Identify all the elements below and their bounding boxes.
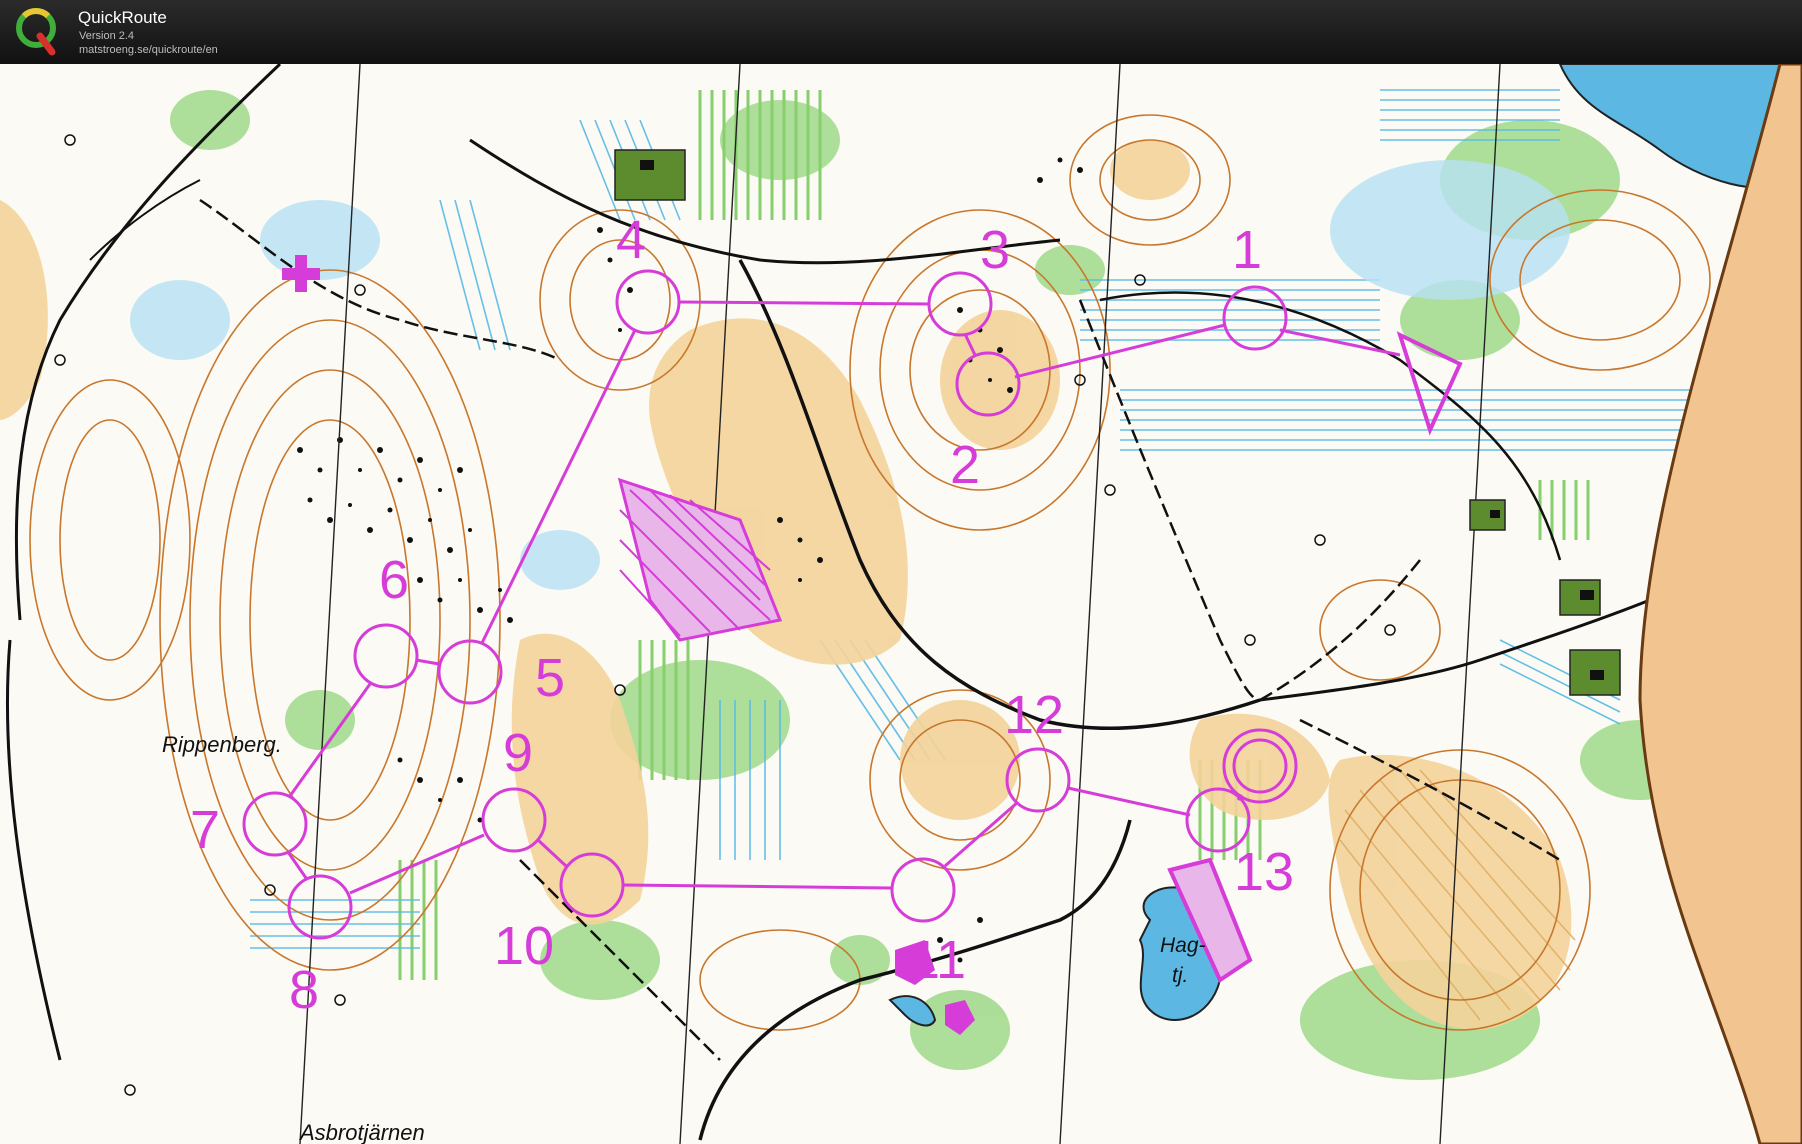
control-number-4: 4 bbox=[616, 210, 646, 270]
map-canvas: 1 2 3 4 5 6 7 8 9 10 11 12 13 Rippenberg… bbox=[0, 64, 1802, 1144]
place-name-hag: Hag- bbox=[1160, 934, 1206, 957]
place-name-asbrotjarnen: Asbrotjärnen bbox=[298, 1120, 425, 1144]
title-bar: QuickRoute Version 2.4 matstroeng.se/qui… bbox=[0, 0, 1802, 64]
control-number-7: 7 bbox=[190, 800, 220, 860]
place-name-rippenberg: Rippenberg. bbox=[162, 732, 282, 757]
control-number-3: 3 bbox=[980, 220, 1010, 280]
place-name-tj: tj. bbox=[1172, 964, 1188, 987]
control-number-10: 10 bbox=[494, 916, 554, 976]
control-number-6: 6 bbox=[379, 550, 409, 610]
control-number-8: 8 bbox=[289, 960, 319, 1020]
control-number-12: 12 bbox=[1004, 685, 1064, 745]
app-url: matstroeng.se/quickroute/en bbox=[79, 44, 218, 56]
app-title: QuickRoute bbox=[78, 8, 167, 27]
control-number-9: 9 bbox=[503, 723, 533, 783]
orienteering-map[interactable]: 1 2 3 4 5 6 7 8 9 10 11 12 13 Rippenberg… bbox=[0, 64, 1802, 1144]
control-number-1: 1 bbox=[1232, 220, 1262, 280]
control-number-11: 11 bbox=[910, 930, 966, 990]
control-number-13: 13 bbox=[1234, 842, 1294, 902]
control-number-5: 5 bbox=[535, 648, 565, 708]
leg-3-4 bbox=[678, 300, 930, 306]
control-number-2: 2 bbox=[950, 435, 980, 495]
app-version: Version 2.4 bbox=[79, 30, 135, 42]
quickroute-logo-icon bbox=[16, 8, 56, 56]
